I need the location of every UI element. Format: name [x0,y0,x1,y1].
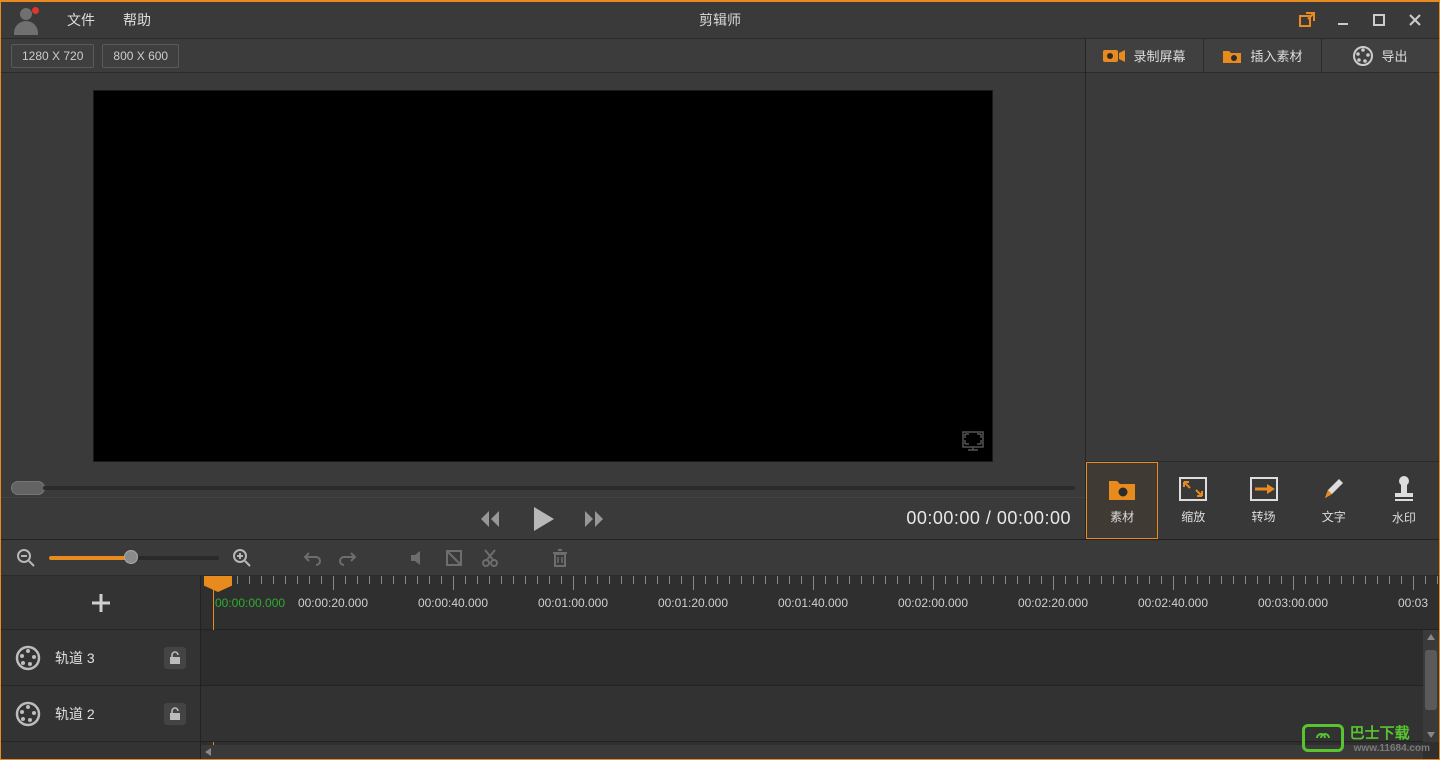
export-label: 导出 [1381,46,1407,65]
film-reel-icon [15,645,41,671]
export-button[interactable]: 导出 [1321,39,1439,72]
scroll-up-icon[interactable] [1423,630,1439,644]
forward-button[interactable] [582,506,608,532]
menu-file[interactable]: 文件 [53,2,109,38]
watermark-logo-icon [1302,724,1344,752]
resolution-bar: 1280 X 720 800 X 600 [1,39,1085,73]
tab-material[interactable]: 素材 [1086,462,1158,539]
tab-zoom[interactable]: 缩放 [1158,462,1228,539]
mute-button[interactable] [405,545,431,571]
track-lane[interactable] [201,686,1439,742]
ruler-label: 00:01:20.000 [658,596,728,610]
menu-help[interactable]: 帮助 [109,2,165,38]
insert-material-label: 插入素材 [1250,46,1302,65]
timeline-toolbar [1,540,1439,576]
close-button[interactable] [1397,5,1433,35]
ruler-label: 00:02:40.000 [1138,596,1208,610]
tab-watermark[interactable]: 水印 [1369,462,1439,539]
watermark-url: www.11684.com [1354,743,1430,754]
ruler-label: 00:01:40.000 [778,596,848,610]
track-header-3[interactable]: 轨道 3 [1,630,200,686]
track-lane[interactable] [201,630,1439,686]
stamp-icon [1393,475,1415,503]
track-header-2[interactable]: 轨道 2 [1,686,200,742]
add-track-button[interactable] [1,576,200,630]
lock-open-icon [169,707,181,721]
ruler-label: 00:00:40.000 [418,596,488,610]
redo-button[interactable] [335,545,361,571]
zoom-slider[interactable] [49,556,219,560]
track-name: 轨道 3 [55,648,150,668]
zoom-arrows-icon [1178,476,1208,502]
tab-transition-label: 转场 [1252,508,1276,525]
timeline-ruler[interactable]: 00:00:20.000 00:00:40.000 00:01:00.000 00:0… [201,576,1439,630]
zoom-slider-knob[interactable] [124,550,138,564]
ruler-label: 00:02:00.000 [898,596,968,610]
record-screen-button[interactable]: 录制屏幕 [1086,39,1203,72]
lock-open-icon [169,651,181,665]
scrub-track[interactable] [43,486,1075,490]
play-button[interactable] [530,506,556,532]
playback-controls: 00:00:00 / 00:00:00 [1,497,1085,539]
track-lock-button[interactable] [164,647,186,669]
folder-camera-icon [1107,476,1137,502]
zoom-in-button[interactable] [229,545,255,571]
ruler-label: 00:02:20.000 [1018,596,1088,610]
ruler-label: 00:03:00.000 [1258,596,1328,610]
tab-zoom-label: 缩放 [1181,508,1205,525]
preview-area [1,73,1085,479]
tab-transition[interactable]: 转场 [1228,462,1298,539]
user-avatar[interactable] [11,5,41,35]
folder-camera-icon [1222,48,1242,64]
tab-text-label: 文字 [1322,508,1346,525]
maximize-button[interactable] [1361,5,1397,35]
horizontal-scrollbar[interactable] [201,745,1423,759]
right-tabs: 素材 缩放 转场 文字 水印 [1086,461,1439,539]
action-bar: 录制屏幕 插入素材 导出 [1086,39,1439,73]
app-title: 剪辑师 [699,10,741,30]
scrub-bar[interactable] [1,479,1085,497]
minimize-button[interactable] [1325,5,1361,35]
resolution-1280x720[interactable]: 1280 X 720 [11,44,94,68]
film-reel-icon [1353,46,1373,66]
titlebar: 文件 帮助 剪辑师 [1,2,1439,38]
zoom-out-button[interactable] [13,545,39,571]
playback-time: 00:00:00 / 00:00:00 [906,508,1071,529]
watermark-text: 巴士下载 [1350,722,1430,743]
track-headers: 轨道 3 轨道 2 [1,576,201,759]
ruler-label: 00:03 [1398,596,1428,610]
split-button[interactable] [441,545,467,571]
tab-text[interactable]: 文字 [1299,462,1369,539]
camera-record-icon [1103,48,1125,64]
record-screen-label: 录制屏幕 [1133,46,1185,65]
ruler-label: 00:00:20.000 [298,596,368,610]
total-time: 00:00:00 [997,508,1071,528]
film-reel-icon [15,701,41,727]
timeline-area[interactable]: 00:00:20.000 00:00:40.000 00:01:00.000 00:0… [201,576,1439,759]
playhead-time: 00:00:00.000 [215,596,285,610]
track-name: 轨道 2 [55,704,150,724]
site-watermark: 巴士下载 www.11684.com [1302,722,1430,754]
assets-panel [1086,73,1439,461]
plus-icon [89,591,113,615]
rewind-button[interactable] [478,506,504,532]
cut-button[interactable] [477,545,503,571]
current-time: 00:00:00 [906,508,980,528]
video-preview[interactable] [93,90,993,462]
insert-material-button[interactable]: 插入素材 [1203,39,1321,72]
scroll-left-icon[interactable] [201,745,215,759]
ruler-label: 00:01:00.000 [538,596,608,610]
track-lock-button[interactable] [164,703,186,725]
undo-button[interactable] [299,545,325,571]
scroll-thumb[interactable] [1425,650,1437,710]
transition-icon [1249,476,1279,502]
popout-icon[interactable] [1289,5,1325,35]
tab-watermark-label: 水印 [1392,509,1416,526]
delete-button[interactable] [547,545,573,571]
pencil-icon [1321,476,1347,502]
fullscreen-icon[interactable] [962,431,984,453]
scrub-thumb[interactable] [11,481,45,495]
resolution-800x600[interactable]: 800 X 600 [102,44,179,68]
tab-material-label: 素材 [1110,508,1134,525]
